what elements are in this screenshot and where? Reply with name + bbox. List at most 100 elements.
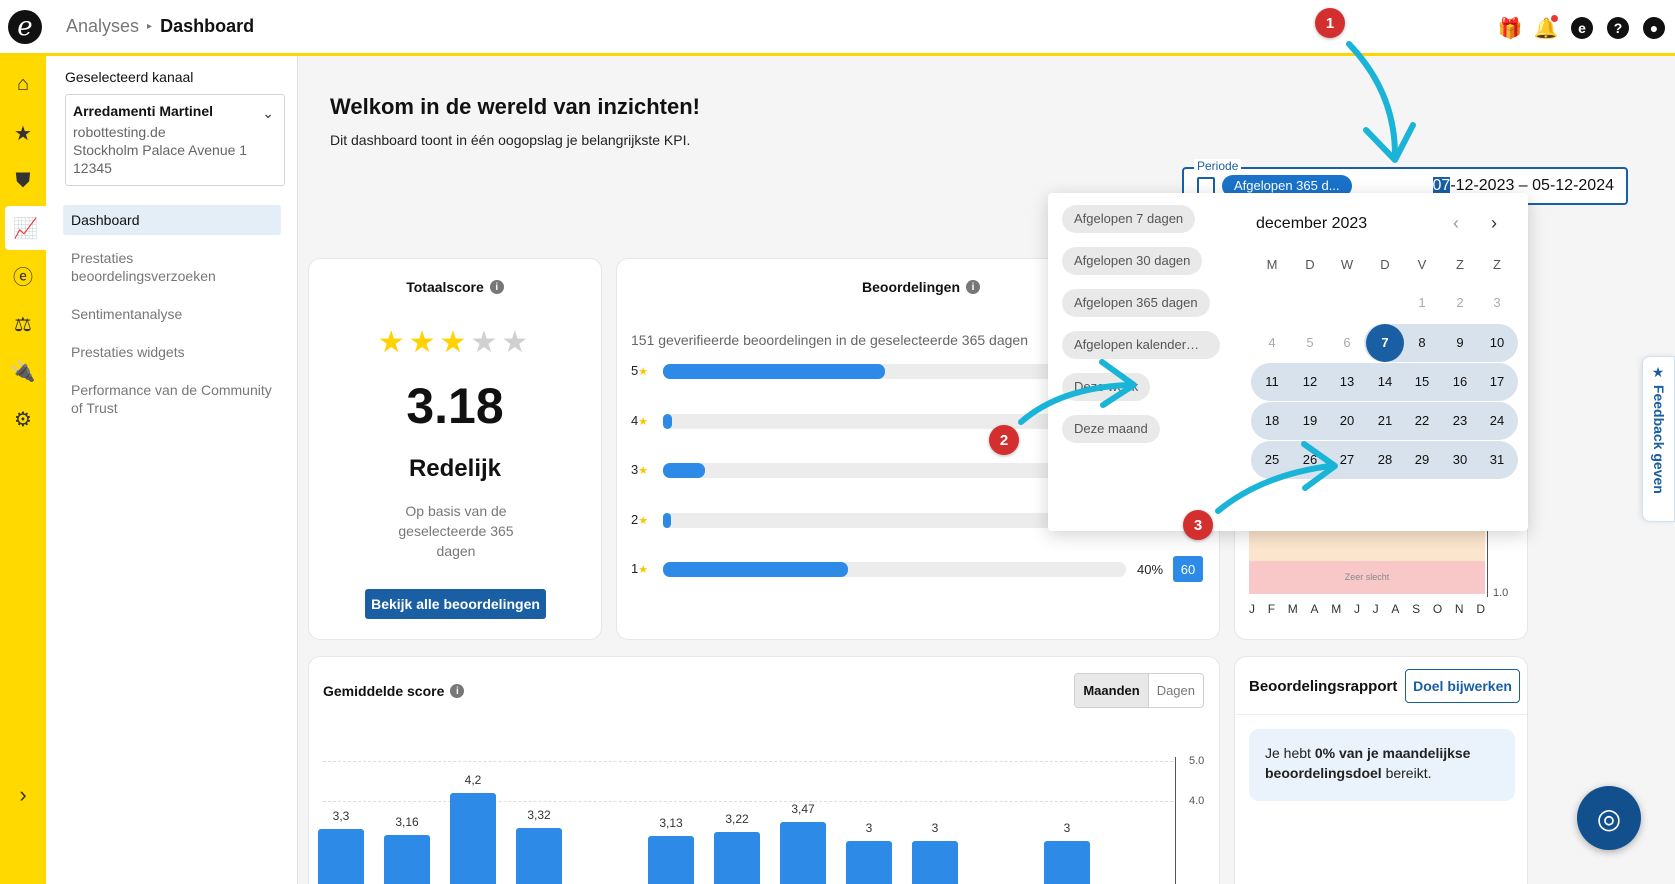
- calendar-day[interactable]: 8: [1403, 324, 1441, 362]
- calendar-day[interactable]: 28: [1366, 441, 1404, 479]
- average-bar[interactable]: [780, 822, 826, 884]
- calendar-day[interactable]: 31: [1478, 441, 1516, 479]
- gridline: [323, 761, 1173, 762]
- preset-chip[interactable]: Afgelopen 7 dagen: [1062, 205, 1196, 233]
- calendar-day[interactable]: 19: [1291, 402, 1329, 440]
- sidebar-item-dashboard[interactable]: Dashboard: [63, 205, 281, 235]
- calendar-day[interactable]: 10: [1478, 324, 1516, 362]
- star-icon[interactable]: ★: [0, 111, 46, 155]
- help-icon[interactable]: ?: [1607, 17, 1629, 39]
- average-bar[interactable]: [1044, 841, 1090, 884]
- calendar-day[interactable]: 5: [1291, 324, 1329, 362]
- average-bar[interactable]: [384, 834, 430, 884]
- calendar-day[interactable]: 22: [1403, 402, 1441, 440]
- feedback-tab[interactable]: ★ Feedback geven: [1642, 356, 1675, 522]
- toggle-days[interactable]: Dagen: [1149, 674, 1203, 707]
- breadcrumb-analyses[interactable]: Analyses: [66, 16, 139, 37]
- calendar-day[interactable]: 4: [1253, 324, 1291, 362]
- average-bar-label: 3,3: [332, 809, 350, 823]
- analytics-icon[interactable]: 📈: [5, 206, 46, 250]
- trend-month-label: F: [1267, 602, 1276, 616]
- sidebar-item-community[interactable]: Performance van de Community of Trust: [63, 375, 281, 423]
- calendar-day[interactable]: 20: [1328, 402, 1366, 440]
- settings-icon[interactable]: ⚙: [0, 397, 46, 441]
- info-icon[interactable]: i: [489, 280, 504, 294]
- calendar-day[interactable]: 12: [1291, 363, 1329, 401]
- plugin-icon[interactable]: 🔌: [0, 349, 46, 393]
- calendar-day[interactable]: 7: [1366, 324, 1404, 362]
- calendar-day[interactable]: 2: [1441, 284, 1479, 322]
- granularity-toggle: Maanden Dagen: [1074, 673, 1204, 708]
- calendar-day[interactable]: 26: [1291, 441, 1329, 479]
- channel-street: Stockholm Palace Avenue 1: [73, 142, 248, 158]
- bell-icon[interactable]: 🔔: [1534, 15, 1558, 40]
- next-month-icon[interactable]: ›: [1491, 213, 1497, 234]
- calendar-day[interactable]: 13: [1328, 363, 1366, 401]
- legal-icon[interactable]: ⚖: [0, 302, 46, 346]
- trustedshops-icon[interactable]: e: [1571, 17, 1593, 39]
- calendar-day[interactable]: 30: [1441, 441, 1479, 479]
- toggle-months[interactable]: Maanden: [1075, 674, 1149, 707]
- average-bar[interactable]: [450, 793, 496, 884]
- trend-x-axis: JFMAMJJASOND: [1249, 602, 1485, 616]
- view-all-reviews-button[interactable]: Bekijk alle beoordelingen: [365, 589, 546, 619]
- calendar-day[interactable]: 24: [1478, 402, 1516, 440]
- channel-selector[interactable]: Arredamenti Martinel robottesting.de Sto…: [65, 94, 285, 186]
- preset-chip[interactable]: Deze maand: [1062, 415, 1160, 443]
- average-bar[interactable]: [714, 832, 760, 884]
- page-subtitle: Dit dashboard toont in één oogopslag je …: [330, 132, 691, 148]
- prev-month-icon[interactable]: ‹: [1453, 213, 1459, 234]
- rating-row-fill: [663, 512, 671, 528]
- info-icon[interactable]: i: [450, 684, 465, 698]
- calendar-day[interactable]: 23: [1441, 402, 1479, 440]
- calendar-day[interactable]: 16: [1441, 363, 1479, 401]
- period-range-rest: -12-2023 – 05-12-2024: [1450, 177, 1614, 194]
- calendar-day[interactable]: 11: [1253, 363, 1291, 401]
- rating-row-count[interactable]: 60: [1173, 556, 1203, 582]
- calendar-day[interactable]: 15: [1403, 363, 1441, 401]
- calendar-day[interactable]: 9: [1441, 324, 1479, 362]
- average-score-title: Gemiddelde score i: [323, 683, 465, 699]
- total-score-basis: Op basis van de geselecteerde 365 dagen: [398, 503, 514, 559]
- calendar-day[interactable]: 6: [1328, 324, 1366, 362]
- average-y-label: 5.0: [1189, 755, 1205, 767]
- average-bar[interactable]: [516, 828, 562, 884]
- info-icon[interactable]: i: [966, 280, 981, 294]
- preset-chip[interactable]: Deze week: [1062, 373, 1151, 401]
- calendar-day[interactable]: 27: [1328, 441, 1366, 479]
- average-y-label: 4.0: [1189, 795, 1205, 807]
- calendar-day[interactable]: 14: [1366, 363, 1404, 401]
- etrusted-icon[interactable]: ⓔ: [0, 253, 46, 297]
- average-bar[interactable]: [846, 841, 892, 884]
- average-bar[interactable]: [318, 829, 364, 884]
- calendar-day[interactable]: 3: [1478, 284, 1516, 322]
- calendar-day[interactable]: 25: [1253, 441, 1291, 479]
- average-bar[interactable]: [912, 841, 958, 884]
- preset-chip[interactable]: Afgelopen 365 dagen: [1062, 289, 1210, 317]
- sidebar-item-sentiment[interactable]: Sentimentanalyse: [63, 299, 281, 329]
- star-rating: ★★★★★: [309, 325, 601, 360]
- expand-rail-icon[interactable]: ›: [0, 773, 46, 817]
- review-report-card: Beoordelingsrapport Doel bijwerken Je he…: [1234, 656, 1528, 884]
- sidebar-item-widgets[interactable]: Prestaties widgets: [63, 337, 281, 367]
- goal-progress-box: Je hebt 0% van je maandelijkse beoordeli…: [1249, 729, 1515, 801]
- preset-chip[interactable]: Afgelopen kalenderma...: [1062, 331, 1220, 359]
- star-icon: ★: [439, 326, 471, 359]
- account-icon[interactable]: ●: [1643, 17, 1665, 39]
- channel-label: Geselecteerd kanaal: [65, 69, 194, 85]
- preset-chip[interactable]: Afgelopen 30 dagen: [1062, 247, 1203, 275]
- calendar-day[interactable]: 1: [1403, 284, 1441, 322]
- calendar-day[interactable]: 29: [1403, 441, 1441, 479]
- update-goal-button[interactable]: Doel bijwerken: [1405, 669, 1520, 703]
- gift-icon[interactable]: 🎁: [1498, 17, 1523, 40]
- trustedshops-logo[interactable]: e: [8, 9, 42, 44]
- calendar-day[interactable]: 17: [1478, 363, 1516, 401]
- home-icon[interactable]: ⌂: [0, 62, 46, 106]
- calendar-day[interactable]: 18: [1253, 402, 1291, 440]
- sidebar-item-review-requests[interactable]: Prestaties beoordelingsverzoeken: [63, 243, 281, 291]
- shield-icon[interactable]: ⛊: [0, 159, 46, 203]
- fingerprint-fab[interactable]: ◎: [1577, 786, 1641, 850]
- average-bar[interactable]: [648, 835, 694, 884]
- trend-month-label: S: [1412, 602, 1421, 616]
- calendar-day[interactable]: 21: [1366, 402, 1404, 440]
